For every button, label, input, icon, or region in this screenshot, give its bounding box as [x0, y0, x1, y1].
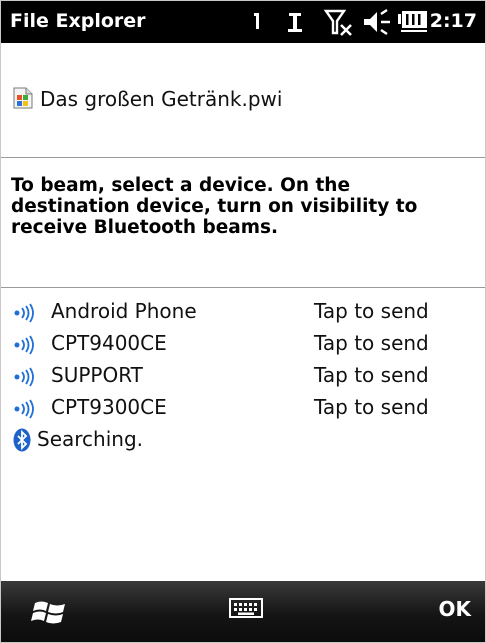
divider — [1, 287, 485, 288]
device-name: CPT9300CE — [51, 395, 167, 419]
tap-to-send[interactable]: Tap to send — [314, 299, 429, 323]
instruction-line: receive Bluetooth beams. — [11, 217, 279, 238]
network-icon[interactable] — [251, 1, 265, 43]
keyboard-icon[interactable] — [229, 597, 263, 621]
bluetooth-signal-icon — [14, 303, 34, 323]
beam-instruction: To beam, select a device. On the destina… — [11, 175, 473, 238]
device-row-cpt9300ce[interactable]: CPT9300CE Tap to send — [1, 393, 485, 425]
tap-to-send[interactable]: Tap to send — [314, 395, 429, 419]
bluetooth-signal-icon — [14, 335, 34, 355]
file-row: Das großen Getränk.pwi — [1, 43, 485, 158]
ok-button[interactable]: OK — [439, 597, 472, 621]
clock: 2:17 — [429, 10, 477, 32]
searching-label: Searching. — [37, 427, 143, 451]
signal-antenna-icon[interactable] — [285, 1, 305, 43]
speaker-icon[interactable] — [361, 1, 393, 43]
instruction-line: To beam, select a device. On the — [11, 175, 351, 196]
bluetooth-signal-icon — [14, 399, 34, 419]
file-name: Das großen Getränk.pwi — [40, 87, 283, 111]
searching-row: Searching. — [1, 425, 485, 457]
softkey-bar: OK — [1, 581, 485, 642]
device-name: Android Phone — [51, 299, 197, 323]
bluetooth-icon — [13, 428, 31, 452]
windows-start-icon[interactable] — [31, 595, 69, 629]
status-bar: File Explorer 2:17 — [1, 1, 485, 43]
device-row-android-phone[interactable]: Android Phone Tap to send — [1, 297, 485, 329]
device-row-cpt9400ce[interactable]: CPT9400CE Tap to send — [1, 329, 485, 361]
bluetooth-signal-icon — [14, 367, 34, 387]
device-row-support[interactable]: SUPPORT Tap to send — [1, 361, 485, 393]
tap-to-send[interactable]: Tap to send — [314, 363, 429, 387]
app-title: File Explorer — [10, 10, 146, 32]
no-signal-icon[interactable] — [323, 1, 355, 43]
device-name: SUPPORT — [51, 363, 143, 387]
tap-to-send[interactable]: Tap to send — [314, 331, 429, 355]
status-icons: 2:17 — [245, 1, 485, 43]
battery-icon[interactable] — [397, 1, 429, 43]
document-icon — [13, 87, 33, 109]
screen: File Explorer 2:17 Das großen Getränk.pw… — [0, 0, 486, 643]
instruction-line: destination device, turn on visibility t… — [11, 196, 418, 217]
device-name: CPT9400CE — [51, 331, 167, 355]
